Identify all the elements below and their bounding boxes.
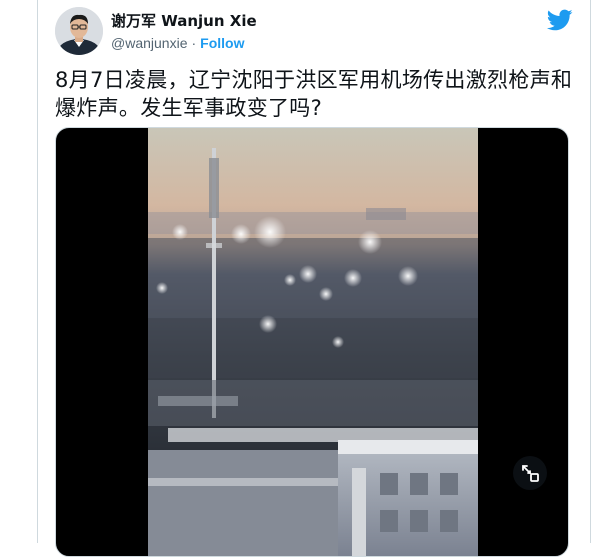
separator-dot: ·	[191, 35, 197, 51]
tweet-text: 8月7日凌晨，辽宁沈阳于洪区军用机场传出激烈枪声和爆炸声。发生军事政变了吗?	[55, 68, 573, 120]
video-still-image	[148, 128, 478, 556]
video-frame[interactable]	[148, 128, 478, 556]
user-info: 谢万军 Wanjun Xie @wanjunxie · Follow	[111, 11, 257, 53]
follow-link[interactable]: Follow	[200, 35, 244, 51]
video-player[interactable]	[55, 127, 569, 557]
display-name[interactable]: 谢万军 Wanjun Xie	[111, 11, 257, 31]
avatar-image	[55, 7, 103, 55]
twitter-bird-icon[interactable]	[547, 7, 573, 33]
expand-button[interactable]	[513, 456, 547, 490]
tweet-header: 谢万军 Wanjun Xie @wanjunxie · Follow	[55, 7, 573, 57]
tweet-card: 谢万军 Wanjun Xie @wanjunxie · Follow 8月7日凌晨，…	[37, 0, 591, 557]
avatar[interactable]	[55, 7, 103, 55]
handle-line: @wanjunxie · Follow	[111, 33, 257, 53]
user-handle[interactable]: @wanjunxie	[111, 35, 187, 51]
expand-icon	[522, 465, 539, 482]
